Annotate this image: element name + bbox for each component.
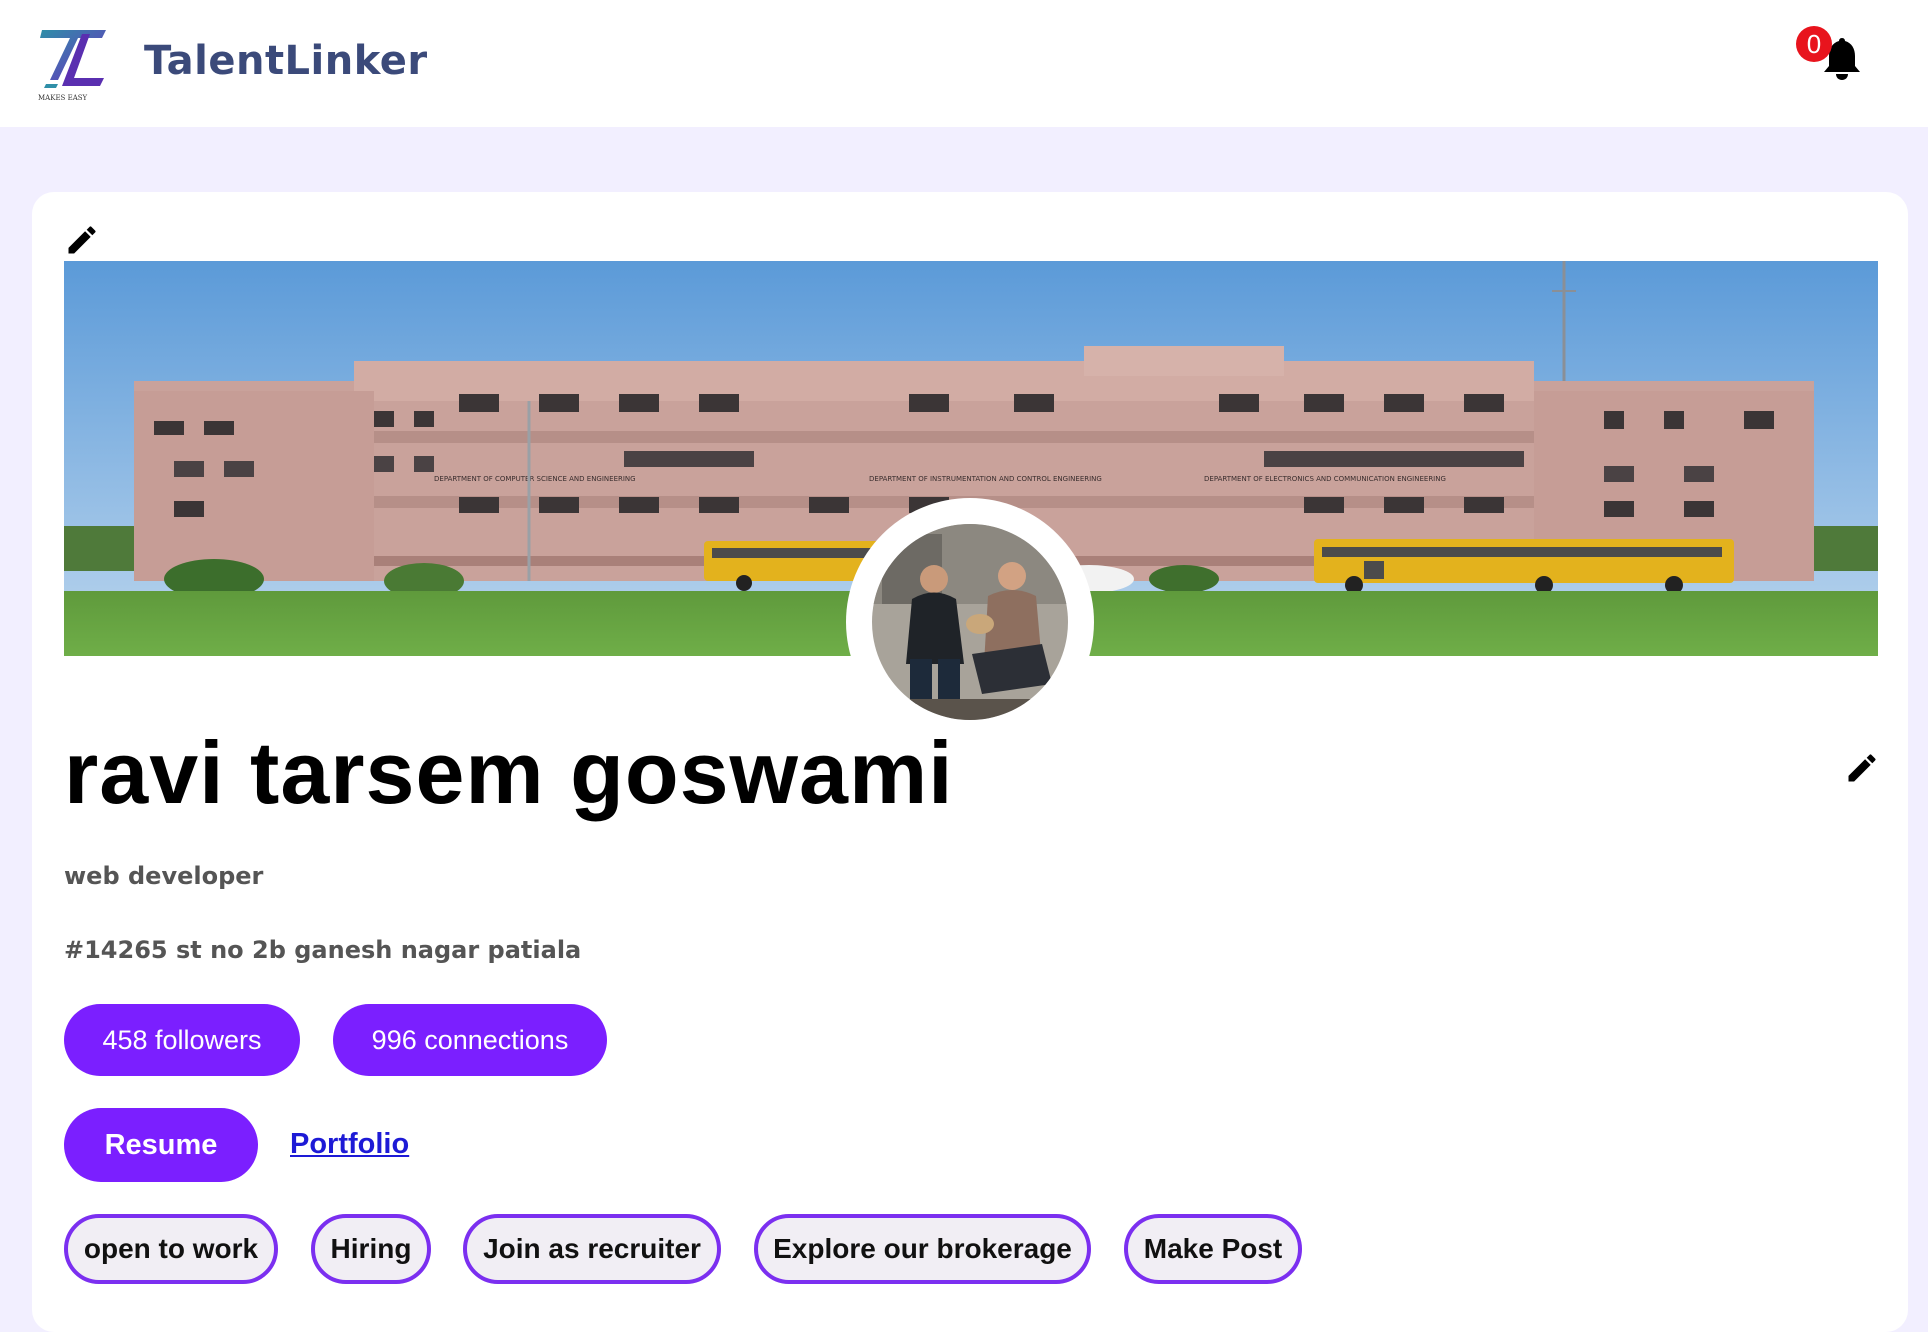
avatar-image	[872, 524, 1068, 720]
hiring-button[interactable]: Hiring	[311, 1214, 431, 1284]
profile-avatar[interactable]	[846, 498, 1094, 746]
sign-instrumentation: DEPARTMENT OF INSTRUMENTATION AND CONTRO…	[869, 475, 1102, 483]
make-post-button[interactable]: Make Post	[1124, 1214, 1302, 1284]
connections-button[interactable]: 996 connections	[333, 1004, 607, 1076]
talentlinker-logo-icon[interactable]: MAKES EASY	[38, 24, 110, 102]
explore-brokerage-button[interactable]: Explore our brokerage	[754, 1214, 1091, 1284]
logo-tagline: MAKES EASY	[38, 94, 88, 102]
brand-name[interactable]: TalentLinker	[144, 38, 428, 84]
avatar-photo	[872, 524, 1068, 720]
profile-headline: web developer	[64, 862, 264, 890]
join-as-recruiter-button[interactable]: Join as recruiter	[463, 1214, 721, 1284]
resume-button[interactable]: Resume	[64, 1108, 258, 1182]
followers-button[interactable]: 458 followers	[64, 1004, 300, 1076]
sign-computer-science: DEPARTMENT OF COMPUTER SCIENCE AND ENGIN…	[434, 475, 636, 483]
edit-profile-pencil-icon[interactable]	[1844, 750, 1880, 786]
portfolio-link[interactable]: Portfolio	[290, 1128, 409, 1161]
profile-name: ravi tarsem goswami	[64, 723, 954, 822]
top-header: MAKES EASY TalentLinker 0	[0, 0, 1928, 127]
sign-electronics: DEPARTMENT OF ELECTRONICS AND COMMUNICAT…	[1204, 475, 1446, 483]
notification-count-badge[interactable]: 0	[1796, 26, 1832, 62]
open-to-work-button[interactable]: open to work	[64, 1214, 278, 1284]
edit-cover-pencil-icon[interactable]	[64, 222, 100, 258]
profile-address: #14265 st no 2b ganesh nagar patiala	[64, 936, 582, 964]
